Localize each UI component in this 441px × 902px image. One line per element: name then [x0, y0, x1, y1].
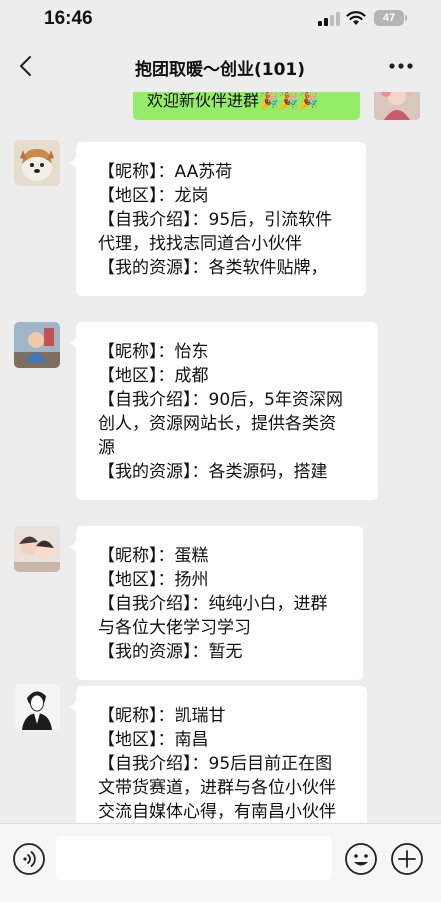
message-line: 【我的资源】：各类软件贴牌，: [98, 258, 328, 278]
message-line: 【昵称】：蛋糕: [98, 546, 209, 566]
nav-bar: 抱团取暖～创业(101): [0, 40, 441, 92]
message-line: 与各位大佬学习学习: [98, 618, 251, 638]
message-line: 【昵称】：AA苏荷: [98, 162, 233, 182]
chevron-left-icon[interactable]: [14, 54, 38, 78]
avatar[interactable]: [14, 526, 60, 572]
message-line: 【我的资源】：各类源码，搭建: [98, 462, 328, 482]
message-line: 【地区】：扬州: [98, 570, 209, 590]
message-line: 【自我介绍】：90后，5年资深网: [98, 390, 343, 410]
status-bar: 16:46 47: [0, 0, 441, 40]
message-bubble: 【昵称】：AA苏荷 【地区】：龙岗 【自我介绍】：95后，引流软件 代理，找找志…: [70, 142, 366, 296]
message-line: 源: [98, 438, 115, 458]
message-bubble: 【昵称】：蛋糕 【地区】：扬州 【自我介绍】：纯纯小白，进群 与各位大佬学习学习…: [70, 526, 363, 680]
input-bar: [0, 823, 441, 902]
message-line: 创人，资源网站长，提供各类资: [98, 414, 336, 434]
wifi-icon: [346, 11, 366, 25]
emoji-icon[interactable]: [344, 842, 378, 876]
chat-list[interactable]: 欢迎新伙伴进群🎉🎉🎉 【昵称】：AA苏荷 【地区】：龙岗 【自我介绍】：95后，…: [0, 92, 441, 823]
battery-indicator: 47: [374, 10, 407, 26]
message-input[interactable]: [56, 836, 332, 880]
message-line: 【自我介绍】：纯纯小白，进群: [98, 594, 328, 614]
message-bubble: 【昵称】：怡东 【地区】：成都 【自我介绍】：90后，5年资深网 创人，资源网站…: [70, 322, 378, 500]
message-line: 代理，找找志同道合小伙伴: [98, 234, 302, 254]
message-bubble: 【昵称】：凯瑞甘 【地区】：南昌 【自我介绍】：95后目前正在图 文带货赛道，进…: [70, 686, 367, 823]
more-dots-icon[interactable]: [386, 54, 416, 78]
voice-icon[interactable]: [12, 842, 46, 876]
signal-icon: [318, 12, 340, 26]
message-line: 【昵称】：怡东: [98, 342, 209, 362]
avatar[interactable]: [14, 684, 60, 730]
message-line: 【地区】：南昌: [98, 730, 209, 750]
chat-title: 抱团取暖～创业(101): [134, 60, 306, 80]
avatar[interactable]: [14, 322, 60, 368]
message-line: 【昵称】：凯瑞甘: [98, 706, 226, 726]
message-line: 【地区】：龙岗: [98, 186, 209, 206]
plus-icon[interactable]: [390, 842, 424, 876]
status-time: 16:46: [44, 8, 93, 29]
message-line: 文带货赛道，进群与各位小伙伴: [98, 778, 336, 798]
message-line: 【自我介绍】：95后，引流软件: [98, 210, 333, 230]
self-message-bubble: 欢迎新伙伴进群🎉🎉🎉: [133, 92, 360, 120]
message-line: 【我的资源】：暂无: [98, 642, 243, 662]
message-line: 交流自媒体心得，有南昌小伙伴: [98, 802, 336, 822]
message-line: 【地区】：成都: [98, 366, 209, 386]
message-line: 【自我介绍】：95后目前正在图: [98, 754, 333, 774]
self-avatar[interactable]: [374, 92, 420, 120]
avatar[interactable]: [14, 140, 60, 186]
